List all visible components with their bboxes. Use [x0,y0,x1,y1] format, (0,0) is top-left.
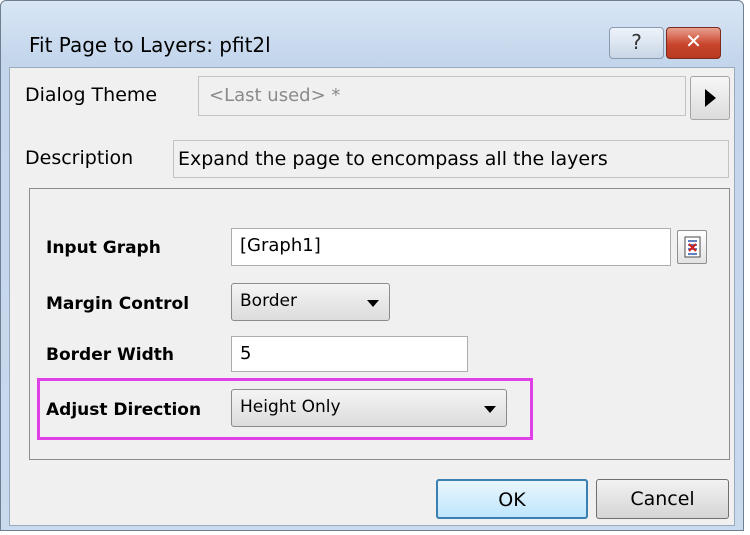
input-graph-label: Input Graph [46,238,161,258]
play-arrow-icon [705,89,716,107]
theme-menu-button[interactable] [690,76,730,120]
description-text: Expand the page to encompass all the lay… [178,148,608,170]
window-title: Fit Page to Layers: pfit2l [29,33,271,57]
select-graph-icon [684,236,701,258]
chevron-down-icon [367,300,379,307]
border-width-value: 5 [240,343,252,364]
help-icon: ? [631,30,642,54]
description-label: Description [25,147,134,169]
close-button[interactable]: ✕ [666,27,721,59]
dialog-window: Fit Page to Layers: pfit2l ? ✕ Dialog Th… [0,0,744,531]
dialog-theme-label: Dialog Theme [25,84,158,106]
margin-control-dropdown[interactable]: Border [231,283,390,321]
dialog-theme-field[interactable]: <Last used> * [198,76,686,116]
border-width-field[interactable]: 5 [231,336,468,372]
input-graph-value: [Graph1] [240,235,321,256]
adjust-direction-dropdown[interactable]: Height Only [231,389,507,427]
adjust-direction-label: Adjust Direction [46,400,202,420]
dialog-body: Dialog Theme <Last used> * Description E… [9,67,735,526]
margin-control-value: Border [240,291,297,311]
close-icon: ✕ [685,29,702,53]
help-button[interactable]: ? [609,27,664,59]
margin-control-label: Margin Control [46,294,190,314]
chevron-down-icon [484,406,496,413]
dialog-theme-value: <Last used> * [209,85,341,106]
input-graph-field[interactable]: [Graph1] [231,228,671,266]
border-width-label: Border Width [46,345,174,365]
description-field: Expand the page to encompass all the lay… [173,140,729,178]
ok-button[interactable]: OK [436,479,588,519]
title-bar[interactable]: Fit Page to Layers: pfit2l ? ✕ [1,1,743,67]
select-graph-button[interactable] [677,230,707,264]
adjust-direction-value: Height Only [240,397,341,417]
cancel-button[interactable]: Cancel [596,479,729,519]
